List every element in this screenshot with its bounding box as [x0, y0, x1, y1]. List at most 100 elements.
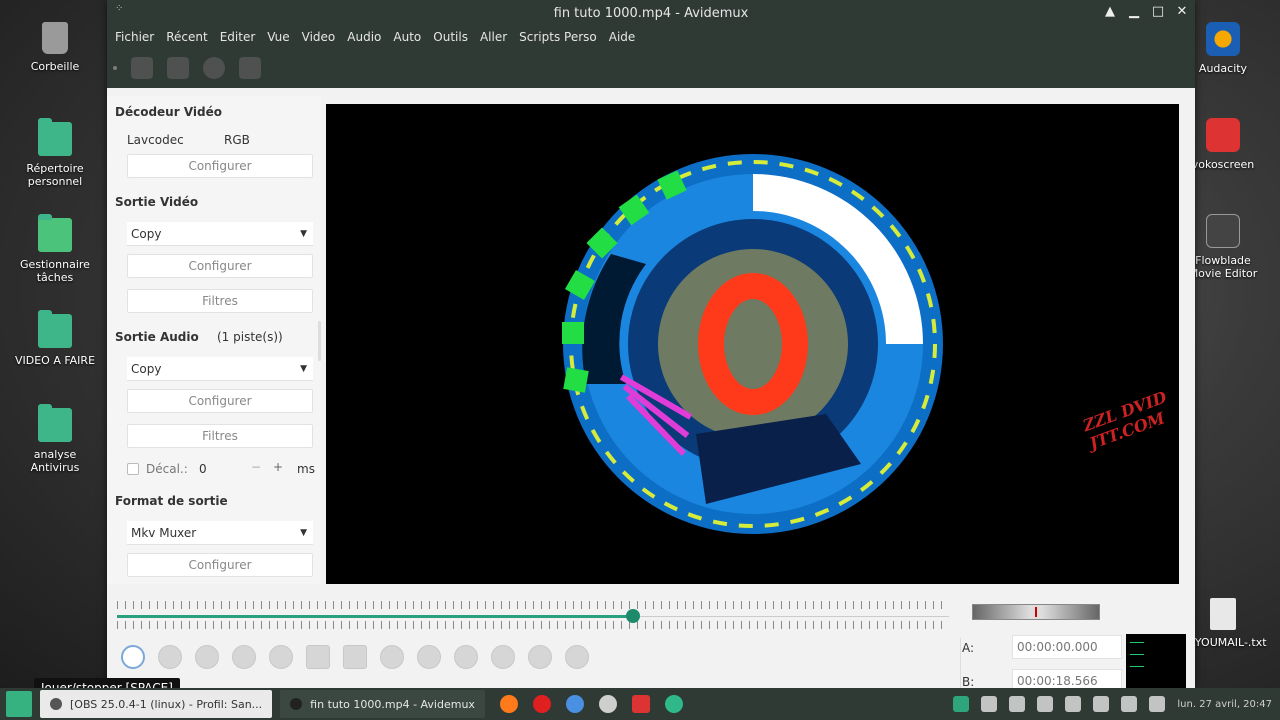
- shift-increase-button[interactable]: +: [273, 460, 283, 474]
- shift-unit: ms: [297, 462, 315, 476]
- system-tray: lun. 27 avril, 20:47: [953, 688, 1280, 720]
- maximize-icon[interactable]: □: [1151, 3, 1165, 21]
- menu-editer[interactable]: Editer: [220, 30, 264, 44]
- keep-above-icon[interactable]: ▲: [1103, 3, 1117, 21]
- shift-decrease-button[interactable]: −: [251, 460, 261, 474]
- timeline-handle[interactable]: [626, 609, 640, 623]
- task-avidemux[interactable]: fin tuto 1000.mp4 - Avidemux: [280, 690, 485, 718]
- desktop-icon-label: Corbeille: [30, 60, 80, 73]
- audio-track-count: (1 piste(s)): [217, 330, 283, 344]
- menu-scripts-perso[interactable]: Scripts Perso: [519, 30, 605, 44]
- window-menu-icon[interactable]: ⁘: [115, 3, 123, 14]
- usb-icon[interactable]: [1121, 696, 1138, 712]
- video-filters-button[interactable]: Filtres: [127, 289, 313, 313]
- shift-value-input[interactable]: 0: [199, 462, 207, 476]
- decoder-configure-button[interactable]: Configurer: [127, 154, 313, 178]
- decoder-codec: Lavcodec: [127, 133, 184, 147]
- update-icon[interactable]: [1065, 696, 1082, 712]
- menu-vue[interactable]: Vue: [267, 30, 297, 44]
- rewind-button[interactable]: [158, 645, 182, 669]
- panel-scrollbar[interactable]: [318, 321, 321, 361]
- audio-output-value: Copy: [131, 362, 162, 376]
- prev-keyframe-button[interactable]: [232, 645, 256, 669]
- clock[interactable]: lun. 27 avril, 20:47: [1177, 699, 1272, 710]
- task-obs[interactable]: [OBS 25.0.4-1 (linux) - Profil: San...: [40, 690, 273, 718]
- marker-b-label: B:: [962, 675, 975, 689]
- obs-icon: [50, 698, 62, 710]
- next-keyframe-button[interactable]: [269, 645, 293, 669]
- menu-aide[interactable]: Aide: [609, 30, 644, 44]
- video-configure-button[interactable]: Configurer: [127, 254, 313, 278]
- video-preview: ZZL DVID JTT.COM: [326, 104, 1179, 584]
- menu-outils[interactable]: Outils: [433, 30, 476, 44]
- vokoscreen-launcher-icon[interactable]: [631, 695, 650, 713]
- menu-recent[interactable]: Récent: [166, 30, 215, 44]
- title-bar[interactable]: ⁘ fin tuto 1000.mp4 - Avidemux ▲ ▁ □ ✕: [107, 0, 1195, 26]
- chrome-icon[interactable]: [565, 695, 584, 713]
- next-black-frame-button[interactable]: [417, 645, 441, 669]
- goto-end-button[interactable]: [491, 645, 515, 669]
- location-icon[interactable]: [981, 696, 998, 712]
- opera-icon[interactable]: [532, 695, 551, 713]
- play-stop-button[interactable]: [121, 645, 145, 669]
- volume-shuttle-slider[interactable]: [972, 604, 1100, 620]
- timeline-ticks-bottom: [117, 621, 949, 629]
- show-desktop-icon[interactable]: [953, 696, 970, 712]
- menu-aller[interactable]: Aller: [480, 30, 515, 44]
- vpn-icon[interactable]: [1009, 696, 1026, 712]
- menu-video[interactable]: Video: [302, 30, 344, 44]
- shuttle-marker: [1035, 607, 1037, 617]
- audio-configure-button[interactable]: Configurer: [127, 389, 313, 413]
- menu-auto[interactable]: Auto: [393, 30, 429, 44]
- save-file-icon[interactable]: [167, 57, 189, 79]
- desktop-icon-trash[interactable]: Corbeille: [10, 22, 100, 73]
- settings-launcher-icon[interactable]: [664, 695, 683, 713]
- dropdown-caret-icon: ▼: [300, 364, 307, 374]
- open-file-icon[interactable]: [131, 57, 153, 79]
- shift-checkbox[interactable]: [127, 463, 139, 475]
- toolbar: [107, 48, 1195, 92]
- window-title: fin tuto 1000.mp4 - Avidemux: [553, 5, 749, 21]
- desktop-icon-home[interactable]: Répertoire personnel: [10, 118, 100, 188]
- obs-launcher-icon[interactable]: [598, 695, 617, 713]
- playback-controls: [121, 645, 589, 669]
- menu-fichier[interactable]: Fichier: [115, 30, 162, 44]
- marker-a-time[interactable]: 00:00:00.000: [1012, 635, 1122, 659]
- desktop-icon-antivirus[interactable]: analyse Antivirus: [10, 404, 100, 474]
- goto-start-button[interactable]: [454, 645, 478, 669]
- output-format-value: Mkv Muxer: [131, 526, 197, 540]
- audio-output-select[interactable]: Copy ▼: [127, 357, 313, 381]
- desktop-icon-label: vokoscreen: [1191, 158, 1255, 171]
- minimize-icon[interactable]: ▁: [1127, 3, 1141, 21]
- settings-panel: Décodeur Vidéo Lavcodec RGB Configurer S…: [107, 96, 321, 584]
- shield-icon[interactable]: [1037, 696, 1054, 712]
- menu-bar: Fichier Récent Editer Vue Video Audio Au…: [107, 26, 1195, 48]
- goto-marker-b-button[interactable]: [565, 645, 589, 669]
- desktop-icon-label: VIDEO A FAIRE: [14, 354, 96, 367]
- menu-audio[interactable]: Audio: [347, 30, 389, 44]
- desktop-icon-video-a-faire[interactable]: VIDEO A FAIRE: [10, 310, 100, 367]
- close-icon[interactable]: ✕: [1175, 3, 1189, 21]
- video-output-select[interactable]: Copy ▼: [127, 222, 313, 246]
- muxer-configure-button[interactable]: Configurer: [127, 553, 313, 577]
- selection-divider: [960, 638, 961, 688]
- volume-icon[interactable]: [1149, 696, 1166, 712]
- goto-marker-a-button[interactable]: [528, 645, 552, 669]
- desktop-icon-label: Répertoire personnel: [26, 162, 84, 188]
- prev-black-frame-button[interactable]: [380, 645, 404, 669]
- info-icon[interactable]: [203, 57, 225, 79]
- vokoscreen-icon: [1206, 118, 1240, 152]
- wifi-icon[interactable]: [1093, 696, 1110, 712]
- timeline-slider[interactable]: [117, 597, 949, 633]
- calculator-icon[interactable]: [239, 57, 261, 79]
- output-format-select[interactable]: Mkv Muxer ▼: [127, 521, 313, 545]
- dropdown-caret-icon: ▼: [300, 229, 307, 239]
- firefox-icon[interactable]: [499, 695, 518, 713]
- audio-filters-button[interactable]: Filtres: [127, 424, 313, 448]
- forward-button[interactable]: [195, 645, 219, 669]
- set-marker-a-button[interactable]: [306, 645, 330, 669]
- toolbar-handle-icon: [113, 66, 117, 70]
- desktop-icon-task-manager[interactable]: Gestionnaire tâches: [10, 214, 100, 284]
- start-menu-icon[interactable]: [6, 691, 32, 717]
- set-marker-b-button[interactable]: [343, 645, 367, 669]
